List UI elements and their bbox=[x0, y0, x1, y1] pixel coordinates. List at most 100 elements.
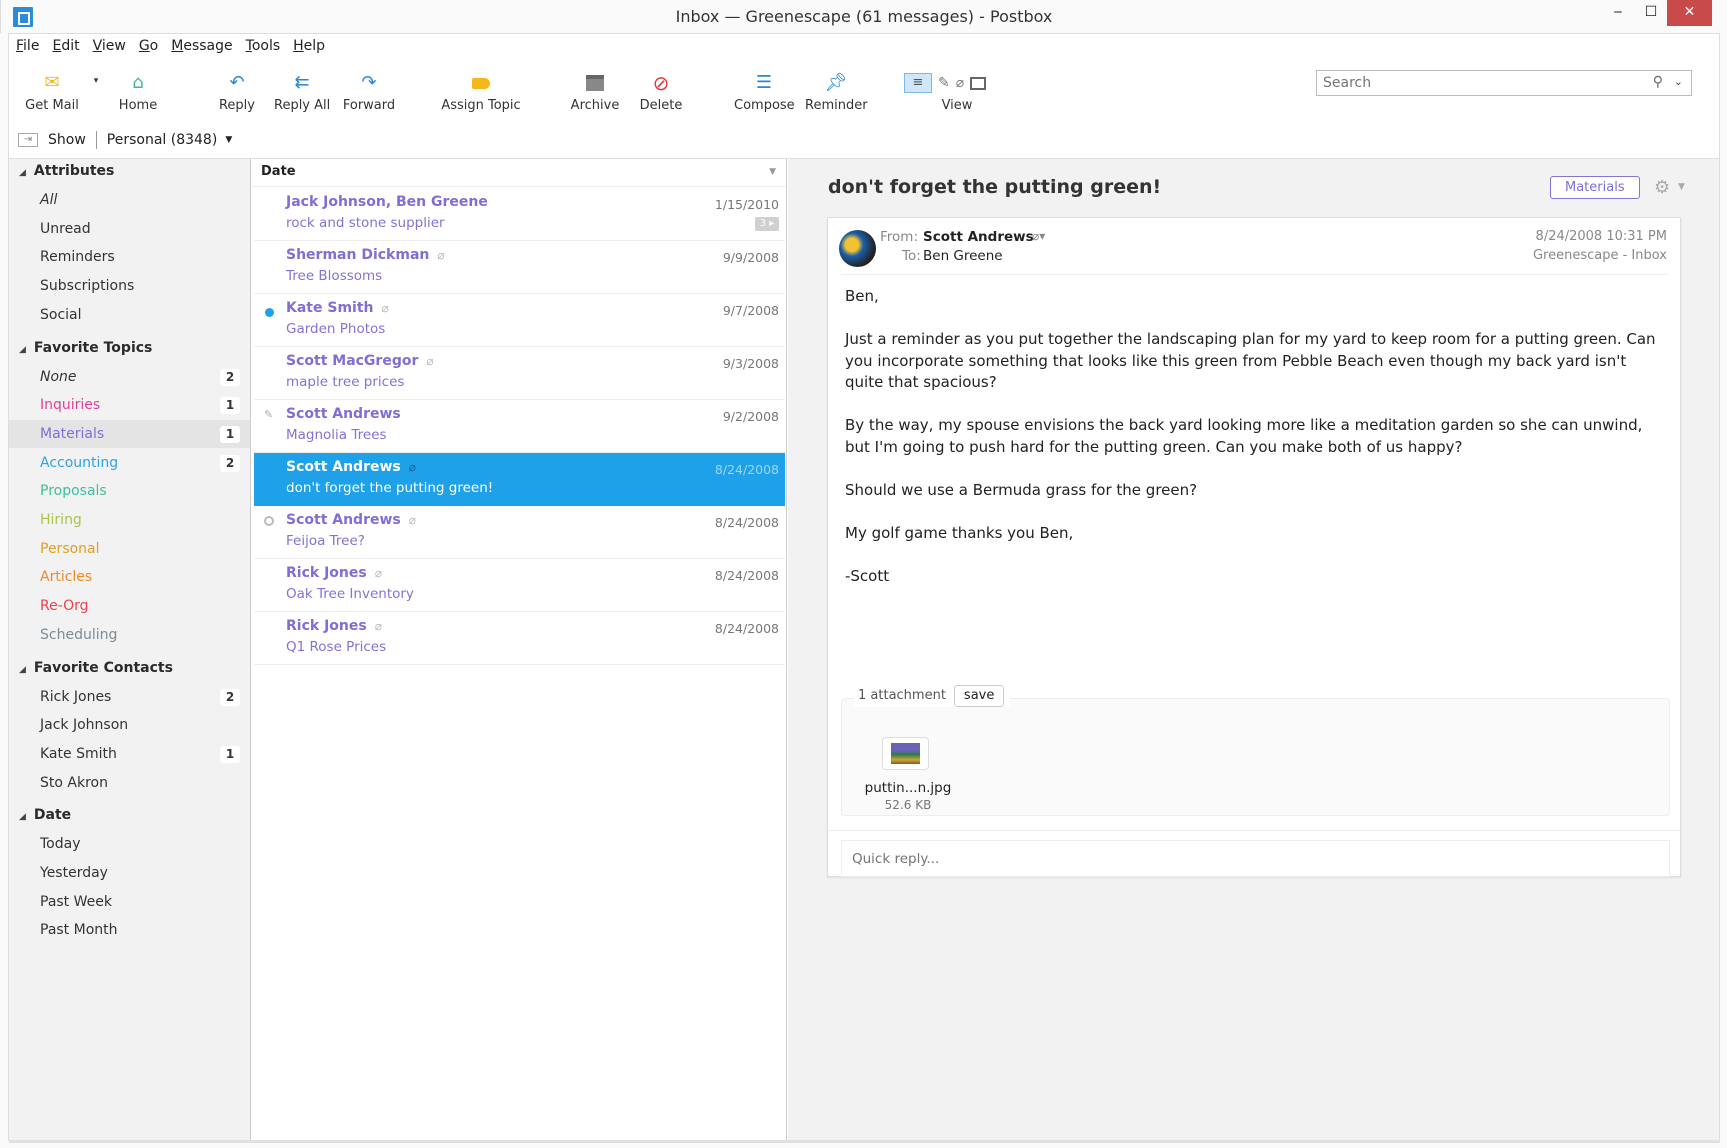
menu-label: ile bbox=[23, 38, 40, 54]
gear-dropdown-icon[interactable]: ▼ bbox=[1678, 182, 1685, 192]
message-row[interactable]: ✎ Scott Andrews Magnolia Trees 9/2/2008 bbox=[254, 400, 785, 453]
sidebar-item-scheduling[interactable]: Scheduling bbox=[9, 621, 250, 649]
attachment-thumbnail[interactable] bbox=[882, 737, 929, 770]
sort-header[interactable]: Date ▼ bbox=[252, 159, 786, 187]
sidebar-item-social[interactable]: Social bbox=[9, 301, 250, 329]
message-row[interactable]: Scott MacGregor ⌀ maple tree prices 9/3/200… bbox=[254, 347, 785, 400]
sidebar-item-materials[interactable]: Materials 1 bbox=[9, 419, 250, 448]
unread-dot-icon[interactable] bbox=[265, 308, 274, 317]
message-row[interactable]: Rick Jones ⌀ Q1 Rose Prices 8/24/2008 bbox=[254, 612, 785, 665]
sidebar-item-past-week[interactable]: Past Week bbox=[9, 888, 250, 916]
thread-count-badge[interactable]: 3 ▸ bbox=[755, 217, 779, 231]
attachment-count: 1 attachment bbox=[858, 688, 946, 703]
menu-message[interactable]: Message bbox=[171, 38, 232, 60]
sidebar-item-none[interactable]: None 2 bbox=[9, 363, 250, 391]
view-attachments-icon[interactable]: ⌀ bbox=[956, 72, 964, 94]
sidebar-item-accounting[interactable]: Accounting 2 bbox=[9, 449, 250, 477]
reply-all-button[interactable]: ⇇ Reply All bbox=[274, 72, 330, 113]
collapse-triangle-icon[interactable]: ◢ bbox=[19, 168, 26, 178]
gear-icon[interactable]: ⚙ bbox=[1654, 177, 1670, 198]
compose-button[interactable]: ☰ Compose bbox=[734, 72, 795, 113]
reply-button[interactable]: ↶ Reply bbox=[215, 72, 259, 113]
message-folder[interactable]: Greenescape - Inbox bbox=[1533, 248, 1667, 263]
sidebar-item-label: Proposals bbox=[40, 483, 107, 500]
sidebar-item-today[interactable]: Today bbox=[9, 830, 250, 858]
assign-topic-button[interactable]: Assign Topic bbox=[440, 72, 522, 113]
account-dropdown-icon[interactable]: ▼ bbox=[225, 135, 232, 145]
message-sender: Rick Jones ⌀ bbox=[286, 618, 382, 634]
section-date[interactable]: ◢ Date bbox=[19, 807, 71, 823]
save-attachments-button[interactable]: save bbox=[953, 685, 1005, 707]
collapse-triangle-icon[interactable]: ◢ bbox=[19, 665, 26, 675]
toggle-sidebar-icon[interactable]: ⇥ bbox=[18, 133, 38, 147]
sidebar-item-hiring[interactable]: Hiring bbox=[9, 506, 250, 534]
message-row[interactable]: Scott Andrews ⌀ Feijoa Tree? 8/24/2008 bbox=[254, 506, 785, 559]
sidebar-item-personal[interactable]: Personal bbox=[9, 535, 250, 563]
view-reminders-icon[interactable]: ✎ bbox=[938, 72, 950, 94]
section-favorite-topics[interactable]: ◢ Favorite Topics bbox=[19, 340, 152, 356]
sidebar-item-articles[interactable]: Articles bbox=[9, 563, 250, 591]
message-row[interactable]: Kate Smith ⌀ Garden Photos 9/7/2008 bbox=[254, 294, 785, 347]
get-mail-button[interactable]: ✉ Get Mail bbox=[22, 72, 82, 113]
view-list-icon[interactable]: ≡ bbox=[904, 73, 932, 93]
sidebar-item-rick-jones[interactable]: Rick Jones 2 bbox=[9, 683, 250, 711]
section-favorite-contacts[interactable]: ◢ Favorite Contacts bbox=[19, 660, 173, 676]
maximize-button[interactable]: ☐ bbox=[1634, 0, 1668, 26]
sort-dropdown-icon[interactable]: ▼ bbox=[769, 159, 776, 185]
image-preview bbox=[891, 743, 920, 764]
view-window-icon[interactable] bbox=[970, 76, 987, 90]
title-bar: Inbox — Greenescape (61 messages) - Post… bbox=[0, 0, 1727, 33]
sidebar-item-label: Unread bbox=[40, 220, 91, 237]
sidebar-item-unread[interactable]: Unread bbox=[9, 215, 250, 243]
menu-tools[interactable]: Tools bbox=[246, 38, 281, 60]
sidebar-item-reminders[interactable]: Reminders bbox=[9, 243, 250, 271]
menu-view[interactable]: View bbox=[93, 38, 126, 60]
sidebar-item-all[interactable]: All bbox=[9, 186, 250, 214]
sidebar-item-proposals[interactable]: Proposals bbox=[9, 477, 250, 505]
sidebar-item-yesterday[interactable]: Yesterday bbox=[9, 859, 250, 887]
search-input[interactable] bbox=[1317, 71, 1617, 95]
menu-file[interactable]: File bbox=[16, 38, 39, 60]
collapse-triangle-icon[interactable]: ◢ bbox=[19, 345, 26, 355]
message-row[interactable]: Rick Jones ⌀ Oak Tree Inventory 8/24/2008 bbox=[254, 559, 785, 612]
search-icon[interactable]: ⚲ bbox=[1653, 74, 1663, 90]
count-badge: 1 bbox=[220, 425, 240, 443]
sender-text: Kate Smith bbox=[286, 300, 374, 316]
menu-go[interactable]: Go bbox=[139, 38, 158, 60]
message-row[interactable]: Sherman Dickman ⌀ Tree Blossoms 9/9/2008 bbox=[254, 241, 785, 294]
message-row[interactable]: Jack Johnson, Ben Greene rock and stone s… bbox=[254, 188, 785, 241]
quick-reply-input[interactable] bbox=[841, 840, 1670, 877]
delete-button[interactable]: ⊘ Delete bbox=[638, 72, 684, 113]
sidebar-item-past-month[interactable]: Past Month bbox=[9, 916, 250, 944]
forward-button[interactable]: ↷ Forward bbox=[342, 72, 396, 113]
show-button[interactable]: Show bbox=[48, 132, 86, 148]
menu-edit[interactable]: Edit bbox=[52, 38, 79, 60]
sidebar-item-sto-akron[interactable]: Sto Akron bbox=[9, 769, 250, 797]
menu-help[interactable]: Help bbox=[293, 38, 325, 60]
sidebar-item-jack-johnson[interactable]: Jack Johnson bbox=[9, 711, 250, 739]
sender-name[interactable]: Scott Andrews bbox=[923, 229, 1034, 245]
reminder-pin-icon[interactable]: ✎ bbox=[264, 408, 273, 421]
close-button[interactable]: ✕ bbox=[1667, 0, 1712, 26]
recipient-name[interactable]: Ben Greene bbox=[923, 248, 1003, 264]
attachment-dropdown-icon[interactable]: ⌀▾ bbox=[1032, 229, 1045, 243]
message-date: 8/24/2008 bbox=[714, 515, 779, 530]
search-options-chevron-icon[interactable]: ⌄ bbox=[1674, 75, 1683, 88]
section-attributes[interactable]: ◢ Attributes bbox=[19, 163, 114, 179]
search-box[interactable]: ⚲ ⌄ bbox=[1316, 70, 1692, 96]
attachment-name[interactable]: puttin...n.jpg bbox=[858, 780, 958, 796]
sidebar-item-re-org[interactable]: Re-Org bbox=[9, 592, 250, 620]
sidebar-item-kate-smith[interactable]: Kate Smith 1 bbox=[9, 740, 250, 768]
snooze-icon[interactable] bbox=[264, 516, 274, 526]
account-selector[interactable]: Personal (8348) bbox=[107, 132, 218, 148]
reminder-button[interactable]: 📌︎ Reminder bbox=[805, 72, 868, 113]
archive-button[interactable]: Archive bbox=[570, 72, 620, 113]
message-row[interactable]: Scott Andrews ⌀ don't forget the putting g… bbox=[254, 453, 785, 506]
collapse-triangle-icon[interactable]: ◢ bbox=[19, 812, 26, 822]
topic-tag[interactable]: Materials bbox=[1550, 176, 1640, 199]
sidebar-item-subscriptions[interactable]: Subscriptions bbox=[9, 272, 250, 300]
home-button[interactable]: ⌂ Home bbox=[113, 72, 163, 113]
minimize-button[interactable]: ‒ bbox=[1601, 0, 1635, 26]
sidebar-item-inquiries[interactable]: Inquiries 1 bbox=[9, 391, 250, 419]
get-mail-dropdown[interactable]: ▾ bbox=[90, 76, 102, 86]
